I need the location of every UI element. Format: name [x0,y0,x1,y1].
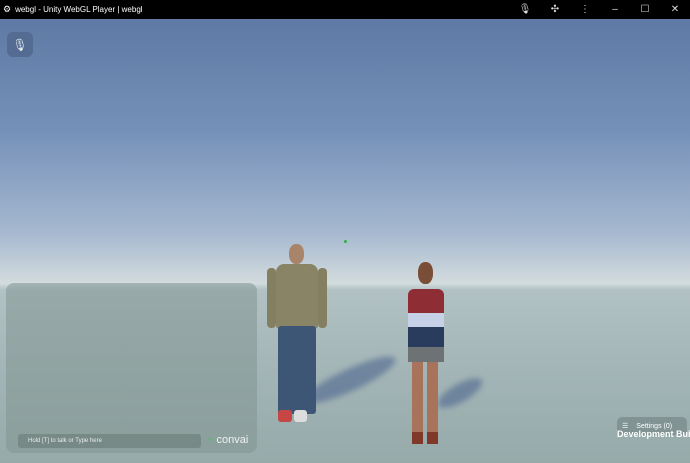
male-character[interactable] [266,244,328,434]
convai-logo: ⁘ convai [207,434,248,446]
game-canvas[interactable]: 🎙 Hold [T] to talk or Type here ⁘ convai [0,19,690,463]
extension-icon[interactable]: ✣ [540,4,570,15]
more-icon[interactable]: ⋮ [570,4,600,15]
crosshair-dot [344,240,347,243]
development-build-label: Development Build [617,429,690,439]
window-title: webgl - Unity WebGL Player | webgl [15,5,143,14]
brand-name: convai [216,434,249,446]
title-bar: ⚙ webgl - Unity WebGL Player | webgl 🎙 ✣… [0,0,690,19]
female-character[interactable] [403,262,448,452]
maximize-icon[interactable]: ☐ [630,4,660,15]
minimize-icon[interactable]: – [600,4,630,15]
mic-button[interactable]: 🎙 [7,32,33,57]
close-icon[interactable]: ✕ [660,4,690,15]
chat-panel: Hold [T] to talk or Type here ⁘ convai [6,283,257,453]
unity-logo-icon: ⚙ [3,4,12,14]
microphone-icon: 🎙 [12,37,28,52]
microphone-icon[interactable]: 🎙 [510,4,540,15]
convai-logo-icon: ⁘ [207,434,215,445]
chat-input[interactable]: Hold [T] to talk or Type here [18,434,201,448]
